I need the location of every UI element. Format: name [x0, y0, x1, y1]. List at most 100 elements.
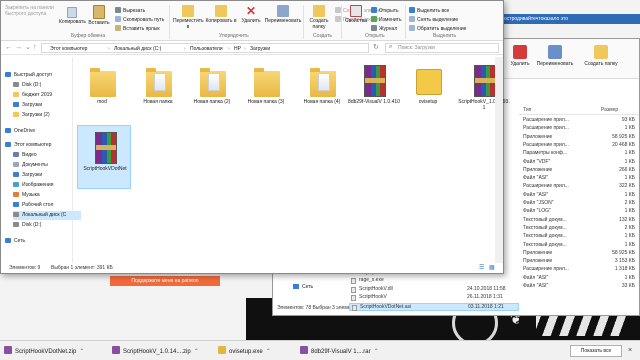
table-row[interactable]: Приложение 3 153 КБ	[519, 258, 639, 266]
table-row[interactable]: Файл "VDF" 1 КБ	[519, 159, 639, 167]
copy-to-button[interactable]: Копировать в	[205, 5, 237, 24]
sidebar-item[interactable]: Этот компьютер	[5, 141, 73, 150]
new-folder-button[interactable]: Создать папку	[305, 5, 333, 30]
download-item[interactable]: 8db29f-VisualV 1....rar ⌃	[300, 346, 379, 356]
file-item[interactable]: Новая папка (4)	[295, 59, 349, 123]
sidebar-item[interactable]: Быстрый доступ	[5, 71, 73, 80]
table-row[interactable]: Параметры конф... 1 КБ	[519, 150, 639, 158]
sidebar-item[interactable]: Сеть	[5, 237, 73, 246]
table-row[interactable]: Файл "ASI" 1 КБ	[519, 175, 639, 183]
site-banner[interactable]: остродивайтечтоказало это	[500, 14, 640, 24]
refresh-icon[interactable]: ↻	[373, 43, 379, 53]
copy-button[interactable]: Копировать	[59, 7, 86, 25]
file-item[interactable]: ScriptHookVDotNet	[77, 125, 131, 189]
sidebar-item[interactable]: Загрузки	[13, 171, 81, 180]
column-size[interactable]: Размер	[601, 107, 618, 113]
table-row[interactable]: Файл "LOG" 1 КБ	[519, 208, 639, 216]
select-none-button[interactable]: Снять выделение	[409, 16, 458, 23]
breadcrumb[interactable]: Локальный диск (C:)	[114, 46, 161, 52]
table-row[interactable]: Расширение прил... 322 КБ	[519, 183, 639, 191]
chevron-up-icon[interactable]: ⌃	[79, 349, 84, 355]
forward-arrow-icon[interactable]: →	[15, 43, 22, 53]
file-item[interactable]: 8db29f-VisualV 1.0.410	[347, 59, 401, 123]
breadcrumb[interactable]: Пользователи	[190, 46, 223, 52]
details-view-icon[interactable]: ☰	[479, 263, 484, 273]
rename-button[interactable]: Переименовать	[263, 5, 303, 24]
paste-shortcut-button[interactable]: Вставить ярлык	[115, 25, 160, 32]
chevron-up-icon[interactable]: ⌃	[266, 349, 271, 355]
show-all-button[interactable]: Показать все	[570, 345, 622, 357]
rename-button-back[interactable]: Переименовать	[535, 45, 575, 67]
chevron-up-icon[interactable]: ⌃	[374, 349, 379, 355]
breadcrumb[interactable]: Этот компьютер	[50, 46, 87, 52]
sidebar-item[interactable]: Загрузки	[13, 101, 81, 110]
close-icon[interactable]: ×	[628, 347, 632, 354]
list-item[interactable]: rage_s.exe	[349, 277, 519, 285]
table-row[interactable]: Файл "ASI" 33 КБ	[519, 283, 639, 291]
table-row[interactable]: Приложение 58 925 КБ	[519, 134, 639, 142]
table-row[interactable]: Текстовый докум... 1 КБ	[519, 233, 639, 241]
list-item[interactable]: ScriptHookV 26.11.2018 1:31	[349, 294, 519, 302]
address-input[interactable]: Этот компьютер › Локальный диск (C:) › П…	[41, 43, 369, 53]
table-row[interactable]: Файл "ASI" 1 КБ	[519, 275, 639, 283]
list-item[interactable]: ScriptHookVDotNet.asi 03.11.2018 1:21	[349, 302, 519, 311]
table-row[interactable]: Приложение 266 КБ	[519, 167, 639, 175]
sidebar-item[interactable]: Disk (D:)	[13, 81, 81, 90]
breadcrumb[interactable]: Загрузки	[250, 46, 270, 52]
move-to-button[interactable]: Переместить в	[173, 5, 204, 30]
delete-button[interactable]: ✕ Удалить	[239, 5, 263, 24]
table-row[interactable]: Расширение прил... 1 318 КБ	[519, 266, 639, 274]
download-item[interactable]: ScriptHookV_1.0.14....zip ⌃	[112, 346, 199, 356]
chevron-down-icon[interactable]: ⌄	[25, 43, 31, 53]
file-item[interactable]: Новая папка	[131, 59, 185, 123]
list-item[interactable]: ScriptHookV.dll 24.10.2018 11:58	[349, 286, 519, 294]
file-item[interactable]: mod	[75, 59, 129, 123]
table-row[interactable]: Расширение прил... 1 КБ	[519, 125, 639, 133]
explorer-window[interactable]: Закрепить на панели быстрого доступа Коп…	[0, 0, 510, 274]
file-item[interactable]: Новая папка (3)	[239, 59, 293, 123]
edit-button[interactable]: Изменить	[371, 16, 402, 23]
sidebar-item[interactable]: Музыка	[13, 191, 81, 200]
search-input[interactable]: ⌕ Поиск: Загрузки	[385, 43, 499, 53]
table-row[interactable]: Файл "ASI" 1 КБ	[519, 192, 639, 200]
column-type[interactable]: Тип	[523, 107, 531, 113]
sidebar-item[interactable]: Disk (D:)	[13, 221, 81, 230]
sidebar-item[interactable]: Изображения	[13, 181, 81, 190]
download-item[interactable]: ScriptHookVDotNet.zip ⌃	[4, 346, 84, 356]
sidebar-item[interactable]: бюджет 2019	[13, 91, 81, 100]
table-row[interactable]: Текстовый докум... 2 КБ	[519, 225, 639, 233]
patreon-button[interactable]: Поддержите меня на patreon	[110, 276, 220, 286]
sidebar-item[interactable]: Видео	[13, 151, 81, 160]
breadcrumb[interactable]: HP	[234, 46, 241, 52]
paste-button[interactable]: Вставить	[87, 5, 111, 26]
table-row[interactable]: Расширение прил... 93 КБ	[519, 117, 639, 125]
table-row[interactable]: Файл "JSON" 2 КБ	[519, 200, 639, 208]
properties-button[interactable]: Свойства	[343, 5, 369, 24]
invert-selection-button[interactable]: Обратить выделение	[409, 25, 466, 32]
file-item[interactable]: Новая папка (2)	[185, 59, 239, 123]
select-all-button[interactable]: Выделить все	[409, 7, 449, 14]
scrollbar[interactable]	[495, 57, 503, 263]
back-arrow-icon[interactable]: ←	[5, 43, 12, 53]
cut-button[interactable]: Вырезать	[115, 7, 145, 14]
history-button[interactable]: Журнал	[371, 25, 397, 32]
table-row[interactable]: Текстовый докум... 132 КБ	[519, 217, 639, 225]
table-row[interactable]: Расширение прил... 20 468 КБ	[519, 142, 639, 150]
table-row[interactable]: Приложение 58 925 КБ	[519, 250, 639, 258]
sidebar-item[interactable]: Документы	[13, 161, 81, 170]
file-item[interactable]: ovisetup	[401, 59, 455, 123]
sidebar-item[interactable]: Локальный диск (C	[13, 211, 81, 220]
open-button[interactable]: Открыть	[371, 7, 399, 14]
large-icons-view-icon[interactable]: ▦	[489, 263, 495, 273]
download-item[interactable]: ovisetup.exe ⌃	[218, 346, 271, 356]
pin-quick-access-button[interactable]: Закрепить на панели быстрого доступа	[5, 5, 57, 17]
sidebar-item[interactable]: Рабочий стол	[13, 201, 81, 210]
network-item-back[interactable]: Сеть	[293, 284, 313, 290]
table-row[interactable]: Текстовый докум... 1 КБ	[519, 242, 639, 250]
sidebar-item[interactable]: OneDrive	[5, 127, 73, 136]
copy-path-button[interactable]: Скопировать путь	[115, 16, 164, 23]
sidebar-item[interactable]: Загрузки (2)	[13, 111, 81, 120]
chevron-up-icon[interactable]: ⌃	[194, 349, 199, 355]
up-arrow-icon[interactable]: ↑	[33, 43, 37, 53]
new-folder-button-back[interactable]: Создать папку	[583, 45, 619, 67]
